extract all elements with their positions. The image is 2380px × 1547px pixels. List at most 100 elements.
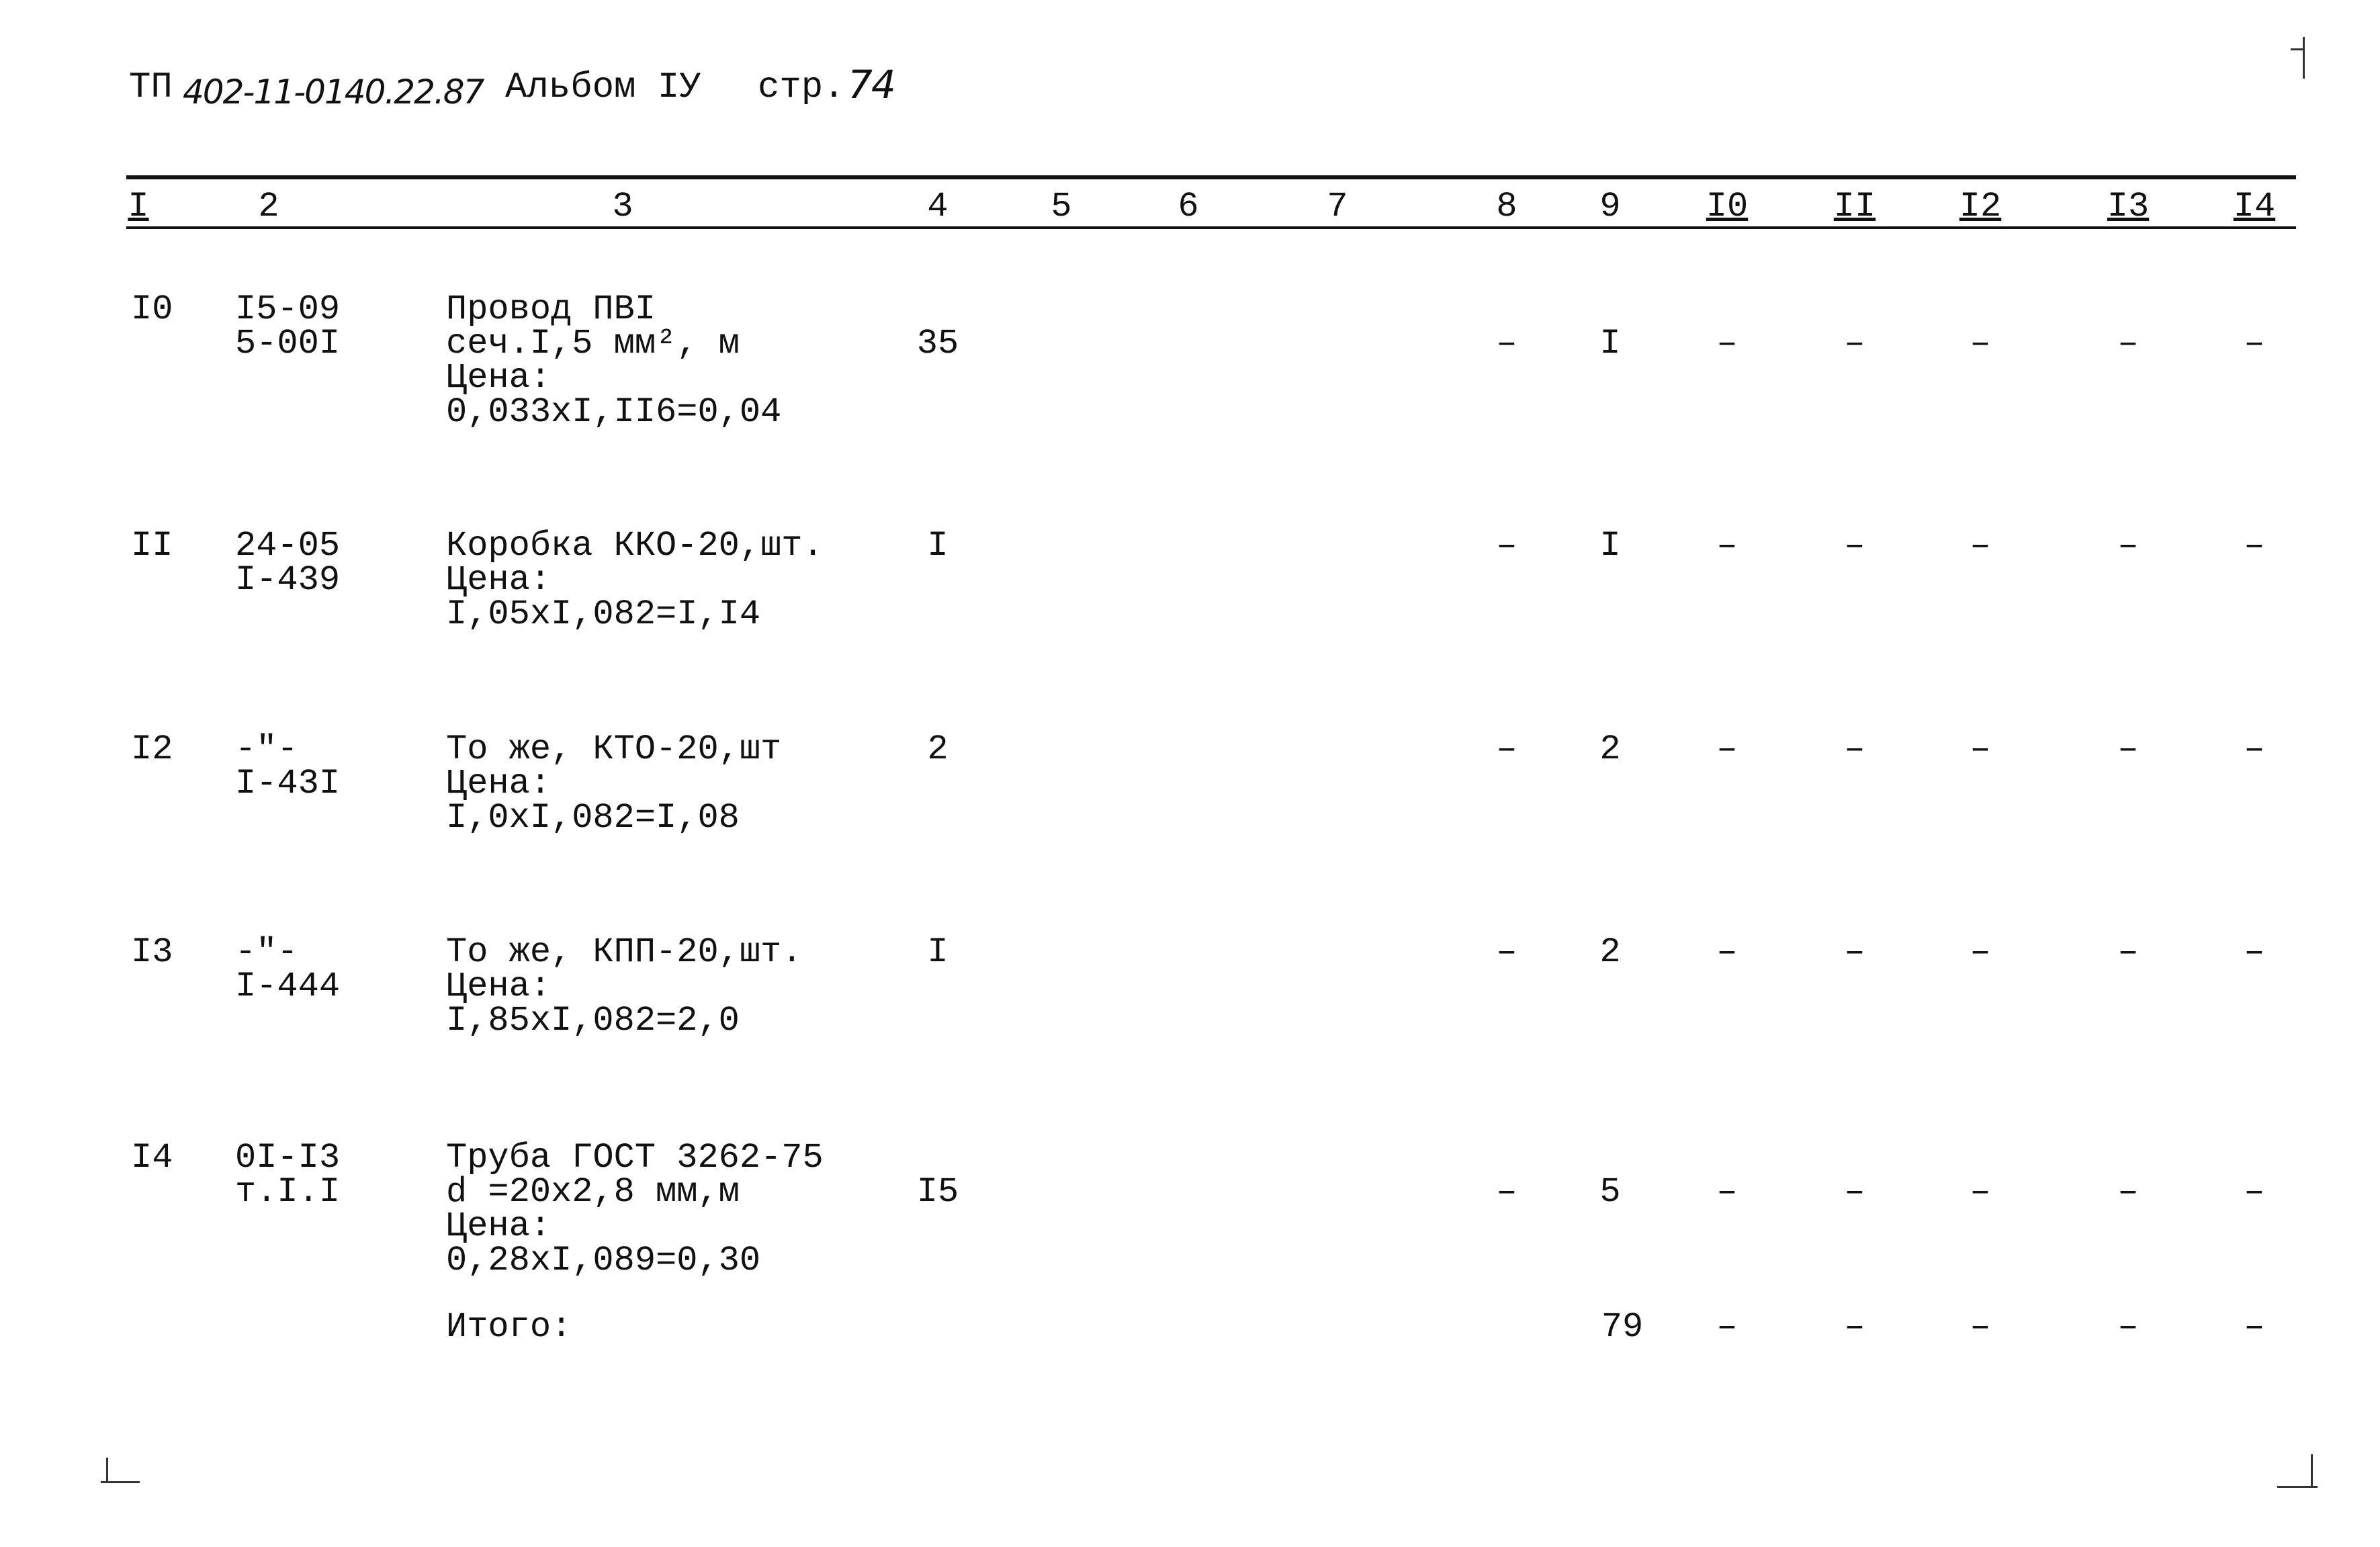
cell-col-8: – [1496, 932, 1517, 972]
row-number: I0 [131, 290, 173, 329]
cell-col-11: – [1844, 730, 1865, 769]
cell-col-13: – [2117, 730, 2139, 769]
item-description-line: Труба ГОСТ 3262-75 [446, 1138, 824, 1178]
doc-prefix: ТП [129, 67, 173, 108]
cell-col-13: – [2117, 932, 2139, 972]
cell-col-9: 2 [1599, 730, 1621, 769]
column-header-2: 2 [258, 187, 279, 226]
cell-col-11: – [1844, 324, 1865, 363]
column-header-4: 4 [927, 187, 949, 226]
price-code: 24-05 [235, 526, 341, 566]
column-header-7: 7 [1327, 187, 1348, 226]
item-description-line: То же, КПП-20,шт. [446, 932, 803, 972]
total-col-10: – [1716, 1307, 1738, 1347]
corner-mark-bottom-right-tick [2311, 1454, 2313, 1488]
total-col-11: – [1844, 1307, 1865, 1347]
cell-col-13: – [2117, 1172, 2139, 1212]
cell-col-9: I [1599, 324, 1621, 363]
total-col-12: – [1970, 1307, 1991, 1347]
item-description-line: Цена: [446, 764, 552, 803]
cell-col-13: – [2117, 526, 2139, 566]
item-description-line: 0,28xI,089=0,30 [446, 1241, 761, 1280]
column-header-6: 6 [1178, 187, 1199, 226]
price-code: I-439 [235, 560, 341, 600]
cell-col-14: – [2244, 730, 2265, 769]
cell-col-9: I [1599, 526, 1621, 566]
column-header-8: 8 [1496, 187, 1517, 226]
cell-col-10: – [1716, 324, 1738, 363]
cell-col-14: – [2244, 932, 2265, 972]
cell-col-11: – [1844, 526, 1865, 566]
column-header-11: II [1833, 187, 1876, 226]
cell-col-10: – [1716, 1172, 1738, 1212]
cell-col-9: 5 [1599, 1172, 1621, 1212]
cell-col-4: I [927, 932, 949, 972]
cell-col-8: – [1496, 526, 1517, 566]
item-description-line: Цена: [446, 967, 552, 1006]
price-code: I-43I [235, 764, 341, 803]
cell-col-8: – [1496, 730, 1517, 769]
item-description-line: 0,033xI,II6=0,04 [446, 392, 782, 432]
item-description-line: Коробка ККО-20,шт. [446, 526, 824, 566]
price-code: 5-00I [235, 324, 341, 363]
cell-col-14: – [2244, 324, 2265, 363]
item-description-line: Цена: [446, 560, 552, 600]
cell-col-4: 35 [916, 324, 959, 363]
cell-col-12: – [1970, 1172, 1991, 1212]
page-number: 74 [848, 62, 896, 107]
cell-col-14: – [2244, 1172, 2265, 1212]
total-col-9: 79 [1601, 1307, 1644, 1347]
corner-mark-top-right-tick [2291, 48, 2304, 50]
cell-col-12: – [1970, 324, 1991, 363]
item-description-line: Цена: [446, 358, 552, 398]
cell-col-12: – [1970, 932, 1991, 972]
column-header-3: 3 [612, 187, 633, 226]
corner-mark-top-right [2303, 37, 2305, 79]
total-col-14: – [2244, 1307, 2265, 1347]
item-description-line: сеч.I,5 мм², м [446, 324, 740, 363]
cell-col-14: – [2244, 526, 2265, 566]
cell-col-8: – [1496, 1172, 1517, 1212]
table-top-rule [126, 175, 2296, 179]
cell-col-13: – [2117, 324, 2139, 363]
column-header-13: I3 [2107, 187, 2150, 226]
item-description-line: d =20x2,8 мм,м [446, 1172, 740, 1212]
cell-col-10: – [1716, 526, 1738, 566]
price-code: -"- [235, 730, 298, 769]
cell-col-12: – [1970, 730, 1991, 769]
price-code: т.I.I [235, 1172, 341, 1212]
price-code: I-444 [235, 967, 341, 1006]
item-description-line: I,0xI,082=I,08 [446, 798, 740, 838]
column-header-14: I4 [2233, 187, 2276, 226]
column-header-1: I [128, 187, 149, 226]
total-col-13: – [2117, 1307, 2139, 1347]
column-header-5: 5 [1051, 187, 1072, 226]
cell-col-4: I5 [916, 1172, 959, 1212]
album-label: Альбом IУ [505, 67, 701, 108]
cell-col-10: – [1716, 932, 1738, 972]
total-label: Итого: [446, 1307, 572, 1347]
row-number: I2 [131, 730, 173, 769]
cell-col-4: I [927, 526, 949, 566]
cell-col-8: – [1496, 324, 1517, 363]
row-number: II [131, 526, 173, 566]
cell-col-12: – [1970, 526, 1991, 566]
cell-col-11: – [1844, 932, 1865, 972]
table-header-rule [126, 226, 2296, 229]
cell-col-9: 2 [1599, 932, 1621, 972]
price-code: -"- [235, 932, 298, 972]
corner-mark-bottom-left-tick [106, 1458, 108, 1483]
row-number: I4 [131, 1138, 173, 1178]
page-label: стр. [758, 67, 845, 108]
item-description-line: I,85xI,082=2,0 [446, 1001, 740, 1041]
item-description-line: Провод ПВI [446, 290, 656, 329]
item-description-line: Цена: [446, 1206, 552, 1246]
cell-col-4: 2 [927, 730, 949, 769]
column-header-10: I0 [1706, 187, 1749, 226]
row-number: I3 [131, 932, 173, 972]
cell-col-11: – [1844, 1172, 1865, 1212]
item-description-line: То же, КТО-20,шт [446, 730, 782, 769]
price-code: 0I-I3 [235, 1138, 341, 1178]
doc-number: 402-11-0140.22.87 [183, 73, 484, 112]
column-header-12: I2 [1959, 187, 2002, 226]
